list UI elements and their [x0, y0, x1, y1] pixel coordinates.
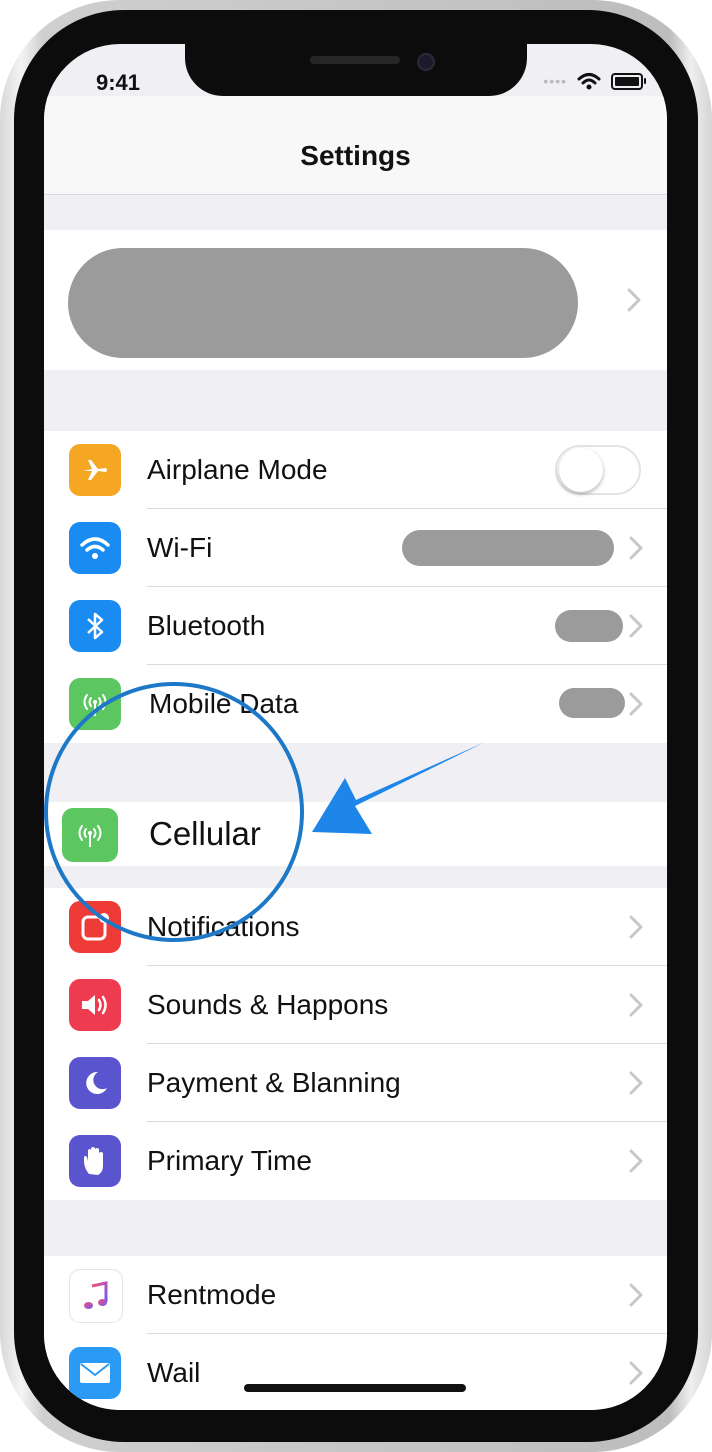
chevron-right-icon	[629, 1071, 643, 1095]
wail-row[interactable]: Wail	[44, 1334, 667, 1410]
airplane-mode-toggle[interactable]	[555, 445, 641, 495]
mobile-data-label: Mobile Data	[149, 688, 299, 719]
rentmode-label: Rentmode	[147, 1279, 277, 1310]
chevron-right-icon	[629, 915, 643, 939]
redacted-bluetooth-value	[555, 610, 623, 642]
wifi-row[interactable]: Wi-Fi	[44, 509, 667, 587]
phone-frame: 9:41 •••• Settings Airplane Mode Wi-Fi B…	[0, 0, 712, 1452]
chevron-right-icon	[629, 692, 643, 716]
airplane-icon	[69, 444, 121, 496]
wifi-status-icon	[577, 73, 601, 90]
bluetooth-label: Bluetooth	[147, 610, 266, 641]
payment-row[interactable]: Payment & Blanning	[44, 1044, 667, 1122]
wifi-icon	[69, 522, 121, 574]
cellular-row[interactable]: Cellular	[44, 802, 667, 866]
moon-icon	[69, 1057, 121, 1109]
speaker-grille	[310, 56, 400, 64]
antenna-icon	[69, 678, 121, 730]
redacted-mobile-data-value	[559, 688, 625, 718]
bluetooth-icon	[69, 600, 121, 652]
notifications-icon	[69, 901, 121, 953]
primary-time-row[interactable]: Primary Time	[44, 1122, 667, 1200]
chevron-right-icon	[629, 1149, 643, 1173]
music-note-icon	[69, 1269, 123, 1323]
redacted-profile	[68, 248, 578, 358]
navigation-bar: Settings	[44, 96, 667, 195]
signal-dots-icon: ••••	[543, 73, 567, 89]
mobile-data-row[interactable]: Mobile Data	[44, 665, 667, 743]
home-indicator	[244, 1384, 466, 1392]
chevron-right-icon	[629, 993, 643, 1017]
chevron-right-icon	[629, 614, 643, 638]
chevron-right-icon	[627, 288, 641, 312]
notifications-label: Notifications	[147, 911, 300, 942]
alerts-group: Notifications Sounds & Happons Payment &…	[44, 888, 667, 1200]
profile-row[interactable]	[44, 230, 667, 370]
notch	[185, 44, 527, 96]
status-icons: ••••	[543, 72, 646, 90]
page-title: Settings	[300, 140, 411, 171]
sounds-row[interactable]: Sounds & Happons	[44, 966, 667, 1044]
front-camera	[417, 53, 435, 71]
notifications-row[interactable]: Notifications	[44, 888, 667, 966]
phone-screen: 9:41 •••• Settings Airplane Mode Wi-Fi B…	[44, 44, 667, 1410]
chevron-right-icon	[629, 1361, 643, 1385]
redacted-wifi-value	[402, 530, 614, 566]
wifi-label: Wi-Fi	[147, 532, 213, 563]
primary-time-label: Primary Time	[147, 1145, 312, 1176]
wail-label: Wail	[147, 1357, 201, 1388]
chevron-right-icon	[629, 1283, 643, 1307]
speaker-icon	[69, 979, 121, 1031]
airplane-mode-row: Airplane Mode	[44, 431, 667, 509]
cellular-label: Cellular	[149, 815, 261, 852]
airplane-mode-label: Airplane Mode	[147, 454, 328, 485]
chevron-right-icon	[629, 536, 643, 560]
mail-icon	[69, 1347, 121, 1399]
bluetooth-row[interactable]: Bluetooth	[44, 587, 667, 665]
rentmode-row[interactable]: Rentmode	[44, 1256, 667, 1334]
connectivity-group: Airplane Mode Wi-Fi Bluetooth Mobile Dat…	[44, 431, 667, 743]
sounds-label: Sounds & Happons	[147, 989, 389, 1020]
hand-icon	[69, 1135, 121, 1187]
status-time: 9:41	[96, 70, 141, 95]
payment-label: Payment & Blanning	[147, 1067, 401, 1098]
antenna-icon	[62, 808, 118, 862]
battery-icon	[611, 72, 646, 90]
